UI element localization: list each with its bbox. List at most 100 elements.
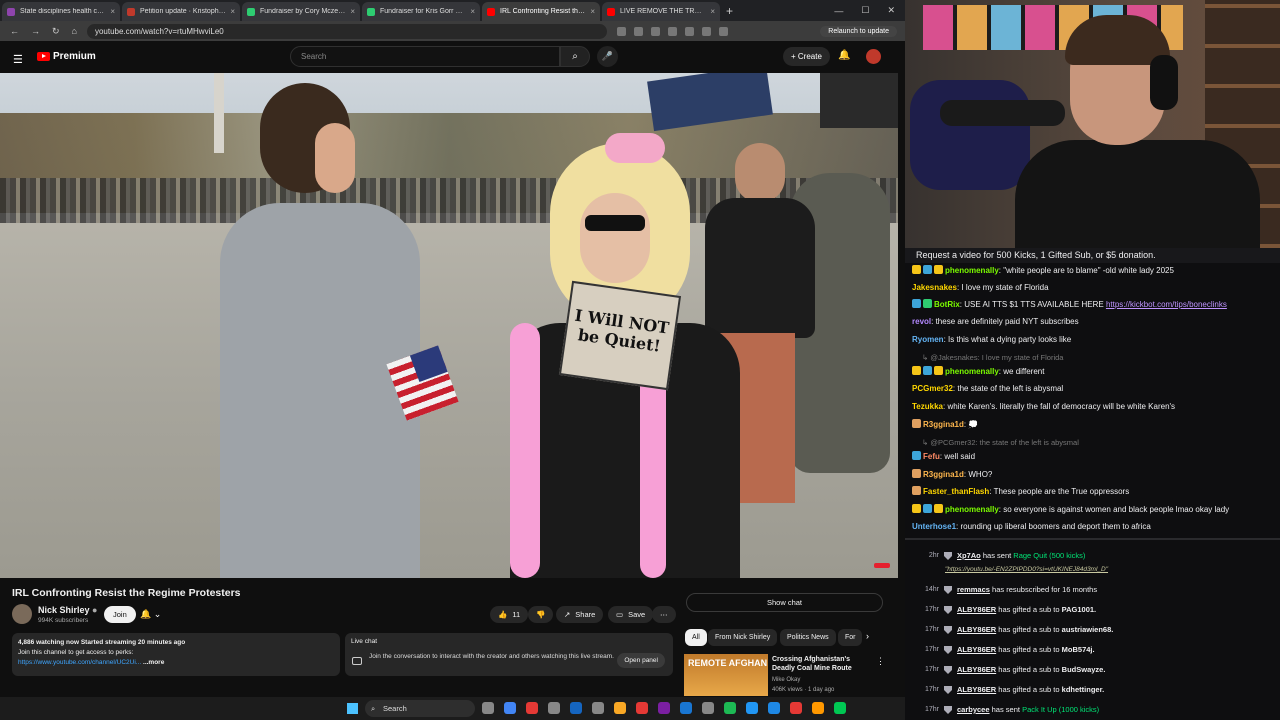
taskbar-app-icon[interactable]	[768, 702, 780, 714]
extension-icon[interactable]	[701, 26, 711, 36]
browser-tab[interactable]: Fundraiser for Kris Gorr by Ke... ×	[362, 2, 480, 21]
chat-username[interactable]: Faster_thanFlash	[923, 487, 989, 496]
join-button[interactable]: Join	[104, 606, 136, 623]
channel-avatar[interactable]	[12, 604, 32, 624]
event-username[interactable]: ALBY86ER	[957, 625, 996, 634]
chat-username[interactable]: PCGmer32	[912, 384, 953, 393]
description-more-link[interactable]: ...more	[143, 659, 164, 666]
event-username[interactable]: ALBY86ER	[957, 665, 996, 674]
tab-close-icon[interactable]: ×	[710, 7, 715, 16]
chat-username[interactable]: phenomenally	[945, 505, 999, 514]
chat-username[interactable]: Ryomen	[912, 335, 944, 344]
reload-icon[interactable]: ↻	[52, 26, 60, 37]
browser-tab[interactable]: LIVE REMOVE THE TRUMP RE... ×	[602, 2, 720, 21]
extension-icon[interactable]	[718, 26, 728, 36]
search-button[interactable]: ⌕	[560, 46, 590, 67]
browser-tab[interactable]: IRL Confronting Resist the R... ×	[482, 2, 600, 21]
share-button[interactable]: ↗ Share	[556, 606, 604, 623]
browser-tab[interactable]: Fundraiser by Cory Mczenna... ×	[242, 2, 360, 21]
browser-tab[interactable]: Petition update · Kristopher's... ×	[122, 2, 240, 21]
taskbar-app-icon[interactable]	[702, 702, 714, 714]
mic-icon[interactable]: 🎤	[597, 46, 618, 67]
youtube-logo[interactable]: Premium	[37, 51, 96, 62]
new-tab-icon[interactable]: +	[726, 2, 733, 21]
relaunch-button[interactable]: Relaunch to update	[820, 25, 897, 37]
event-username[interactable]: remmacs	[957, 585, 990, 594]
create-button[interactable]: + Create	[783, 47, 830, 66]
back-icon[interactable]: ←	[10, 26, 19, 37]
kebab-menu-icon[interactable]: ⋮	[876, 656, 885, 667]
account-avatar[interactable]	[866, 49, 881, 64]
taskbar-app-icon[interactable]	[614, 702, 626, 714]
channel-name[interactable]: Nick Shirley ●	[38, 605, 97, 615]
taskbar-app-icon[interactable]	[790, 702, 802, 714]
extension-icon[interactable]	[650, 26, 660, 36]
chat-username[interactable]: phenomenally	[945, 367, 999, 376]
extension-icon[interactable]	[633, 26, 643, 36]
event-username[interactable]: Xp7Ao	[957, 551, 981, 560]
minimize-icon[interactable]: —	[834, 6, 843, 16]
description-link[interactable]: https://www.youtube.com/channel/UC2Ui...	[18, 659, 141, 666]
notifications-bell-icon[interactable]: 🔔	[838, 50, 850, 61]
taskbar-app-icon[interactable]	[680, 702, 692, 714]
taskbar-app-icon[interactable]	[482, 702, 494, 714]
recommended-title[interactable]: Crossing Afghanistan's Deadly Coal Mine …	[772, 655, 872, 673]
chat-username[interactable]: Unterhose1	[912, 522, 956, 531]
open-panel-button[interactable]: Open panel	[617, 653, 665, 668]
recommended-thumbnail[interactable]: REMOTE AFGHAN	[684, 654, 768, 696]
windows-start-icon[interactable]	[347, 703, 358, 714]
taskbar-app-icon[interactable]	[834, 702, 846, 714]
chip-from-channel[interactable]: From Nick Shirley	[708, 629, 778, 646]
extension-icon[interactable]	[667, 26, 677, 36]
taskbar-app-icon[interactable]	[658, 702, 670, 714]
taskbar-app-icon[interactable]	[548, 702, 560, 714]
event-link[interactable]: "https://youtu.be/-EN2ZPIPDD0?si=vtUKINE…	[945, 560, 1108, 580]
maximize-icon[interactable]: ☐	[861, 5, 869, 16]
tab-close-icon[interactable]: ×	[230, 7, 235, 16]
video-player[interactable]: I Will NOT be Quiet!	[0, 73, 898, 578]
search-input[interactable]: Search	[290, 46, 560, 67]
more-actions-button[interactable]: ⋯	[652, 606, 676, 623]
chat-username[interactable]: phenomenally	[945, 266, 999, 275]
taskbar-app-icon[interactable]	[526, 702, 538, 714]
tab-close-icon[interactable]: ×	[350, 7, 355, 16]
forward-icon[interactable]: →	[31, 26, 40, 37]
taskbar-app-icon[interactable]	[504, 702, 516, 714]
extension-icon[interactable]	[616, 26, 626, 36]
browser-tab[interactable]: State disciplines health care pr...×	[2, 2, 120, 21]
menu-icon[interactable]: ☰	[13, 53, 23, 66]
taskbar-app-icon[interactable]	[636, 702, 648, 714]
event-username[interactable]: ALBY86ER	[957, 645, 996, 654]
close-window-icon[interactable]: ✕	[887, 5, 895, 16]
chip-for-you[interactable]: For y	[838, 629, 862, 646]
event-username[interactable]: carbycee	[957, 705, 990, 714]
taskbar-app-icon[interactable]	[724, 702, 736, 714]
home-icon[interactable]: ⌂	[72, 26, 77, 37]
chat-username[interactable]: Tezukka	[912, 402, 943, 411]
chat-username[interactable]: BotRix	[934, 300, 960, 309]
recommended-channel[interactable]: Mike Okay	[772, 677, 800, 683]
tab-close-icon[interactable]: ×	[110, 7, 115, 16]
event-username[interactable]: ALBY86ER	[957, 685, 996, 694]
chip-politics-news[interactable]: Politics News	[780, 629, 836, 646]
dislike-button[interactable]: 👎	[528, 606, 554, 623]
chat-username[interactable]: R3ggina1d	[923, 470, 964, 479]
taskbar-app-icon[interactable]	[746, 702, 758, 714]
like-button[interactable]: 👍 11	[490, 606, 529, 623]
tab-close-icon[interactable]: ×	[590, 7, 595, 16]
chip-all[interactable]: All	[685, 629, 707, 646]
subscription-bell-icon[interactable]: 🔔 ⌄	[140, 606, 172, 623]
url-field[interactable]: youtube.com/watch?v=rtuMHwviLe0	[86, 23, 607, 39]
extension-icon[interactable]	[684, 26, 694, 36]
chat-username[interactable]: Jakesnakes	[912, 283, 957, 292]
chat-username[interactable]: R3ggina1d	[923, 420, 964, 429]
description-box[interactable]: 4,886 watching now Started streaming 20 …	[12, 633, 340, 676]
taskbar-app-icon[interactable]	[570, 702, 582, 714]
taskbar-app-icon[interactable]	[812, 702, 824, 714]
chat-link[interactable]: https://kickbot.com/tips/boneclinks	[1106, 300, 1227, 309]
chat-username[interactable]: Fefu	[923, 452, 940, 461]
show-chat-button[interactable]: Show chat	[686, 593, 883, 612]
save-button[interactable]: ▭ Save	[608, 606, 654, 623]
event-username[interactable]: ALBY86ER	[957, 605, 996, 614]
chat-username[interactable]: revol	[912, 317, 931, 326]
